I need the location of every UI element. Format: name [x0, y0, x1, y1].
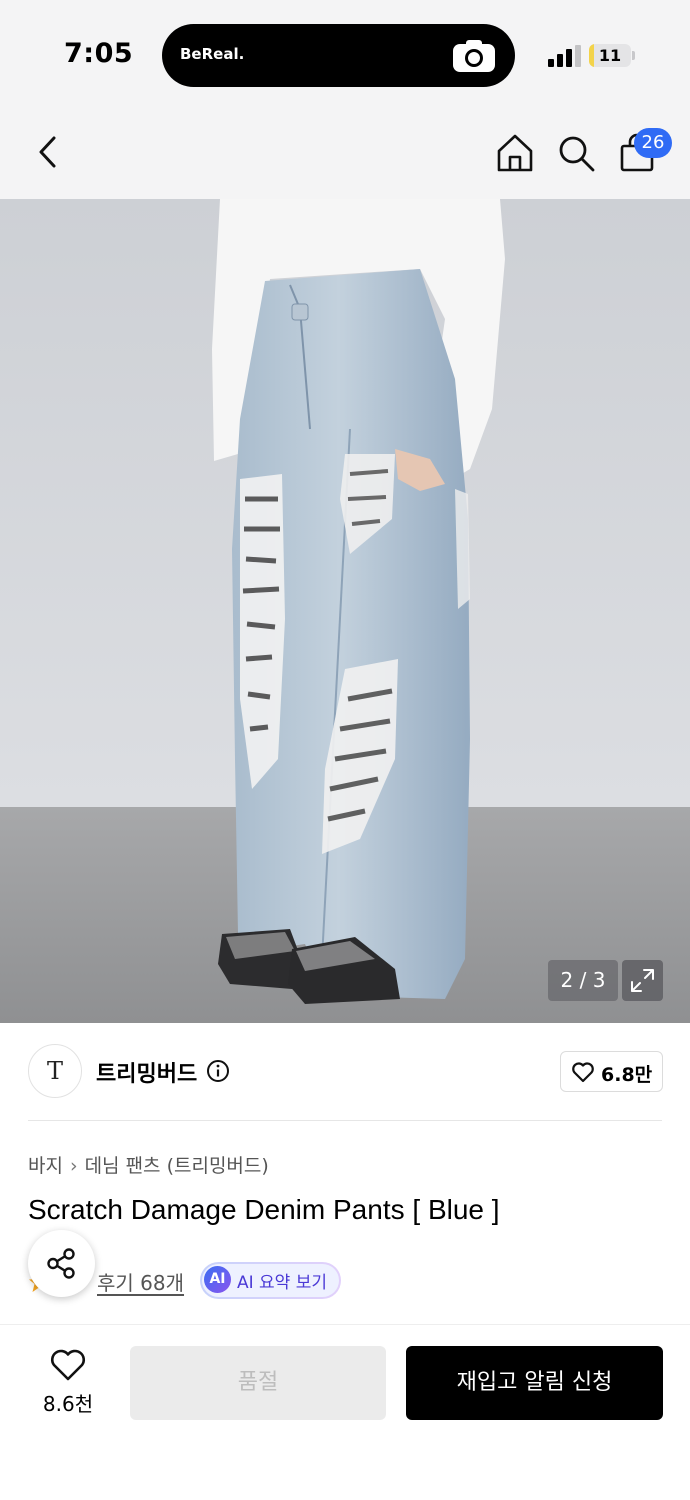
- island-app-label: BeReal.: [180, 45, 245, 63]
- brand-like-button[interactable]: 6.8만: [560, 1051, 663, 1092]
- home-icon[interactable]: [494, 132, 536, 174]
- heart-icon: [572, 1062, 594, 1083]
- brand-name[interactable]: 트리밍버드: [96, 1056, 197, 1088]
- battery-tip: [632, 51, 635, 60]
- camera-icon: [453, 40, 495, 72]
- image-counter: 2 / 3: [548, 960, 618, 1001]
- brand-logo[interactable]: T: [28, 1044, 82, 1098]
- restock-alert-button[interactable]: 재입고 알림 신청: [406, 1346, 663, 1420]
- share-icon: [47, 1248, 75, 1279]
- brand-like-count: 6.8만: [601, 1064, 653, 1086]
- product-image[interactable]: [0, 199, 690, 1023]
- ai-summary-label: AI 요약 보기: [237, 1273, 328, 1293]
- soldout-button[interactable]: 품절: [130, 1346, 386, 1420]
- top-nav-bar: 26: [0, 104, 690, 199]
- dynamic-island[interactable]: BeReal.: [162, 24, 515, 87]
- search-icon[interactable]: [555, 132, 597, 174]
- heart-icon[interactable]: [49, 1348, 87, 1382]
- ai-badge-icon: AI: [204, 1266, 231, 1293]
- ai-summary-button[interactable]: AI AI 요약 보기: [200, 1262, 341, 1299]
- share-button[interactable]: [28, 1230, 95, 1297]
- back-chevron-icon[interactable]: [30, 134, 66, 170]
- review-count-link[interactable]: 후기 68개: [97, 1267, 184, 1296]
- expand-icon[interactable]: [622, 960, 663, 1001]
- breadcrumb-level2[interactable]: 데님 팬츠 (트리밍버드): [85, 1155, 269, 1177]
- battery-level: 11: [598, 46, 622, 65]
- product-photo: [0, 199, 690, 1023]
- cart-count-badge: 26: [634, 128, 672, 158]
- favorite-count: 8.6천: [42, 1392, 94, 1416]
- breadcrumb: 바지 › 데님 팬츠 (트리밍버드): [28, 1151, 269, 1178]
- cellular-signal-icon: [548, 43, 582, 67]
- brand-logo-text: T: [46, 1057, 63, 1085]
- info-icon[interactable]: [206, 1059, 230, 1083]
- chevron-right-icon: ›: [69, 1155, 78, 1177]
- product-title: Scratch Damage Denim Pants [ Blue ]: [28, 1194, 500, 1225]
- status-bar: 7:05 BeReal. 11: [0, 0, 690, 104]
- breadcrumb-level1[interactable]: 바지: [28, 1155, 63, 1177]
- status-time: 7:05: [64, 38, 134, 69]
- battery-indicator: 11: [589, 44, 631, 67]
- divider: [28, 1120, 662, 1121]
